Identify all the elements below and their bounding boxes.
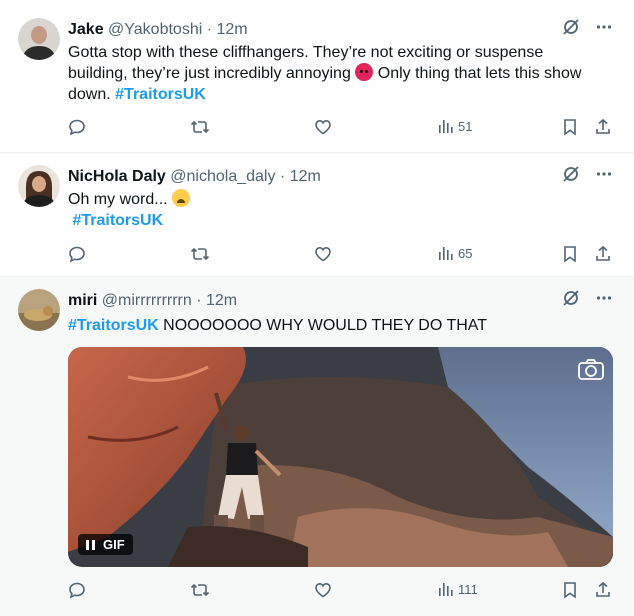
- hashtag-link[interactable]: #TraitorsUK: [68, 317, 159, 334]
- user-handle[interactable]: @nichola_daly: [170, 168, 275, 185]
- tweet-top-actions: [562, 18, 612, 36]
- retweet-icon: [190, 581, 210, 599]
- views-button[interactable]: 51: [438, 118, 472, 134]
- heart-icon: [314, 118, 332, 136]
- display-name[interactable]: miri: [68, 292, 97, 309]
- heart-icon: [314, 245, 332, 263]
- more-icon[interactable]: [596, 19, 612, 35]
- share-button[interactable]: [594, 581, 612, 599]
- views-button[interactable]: 65: [438, 245, 472, 261]
- tweet-top-actions: [562, 289, 612, 307]
- share-icon: [594, 245, 612, 263]
- pause-icon[interactable]: [86, 539, 95, 550]
- tweet-text: Oh my word... #TraitorsUK: [68, 189, 623, 231]
- separator: ·: [202, 21, 217, 38]
- timestamp[interactable]: 12m: [216, 21, 247, 38]
- tweet-text-segment: Only thing that lets this show: [377, 65, 582, 82]
- hashtag-link[interactable]: #TraitorsUK: [72, 212, 163, 229]
- avatar[interactable]: [18, 289, 60, 331]
- tweet-top-actions: [562, 165, 612, 183]
- timestamp[interactable]: 12m: [290, 168, 321, 185]
- tweet-actions: 51: [68, 118, 614, 140]
- tweet-header: miri @mirrrrrrrrrn · 12m: [68, 291, 237, 311]
- gif-label: GIF: [103, 537, 125, 552]
- reply-icon: [68, 118, 86, 136]
- retweet-icon: [190, 118, 210, 136]
- reply-icon: [68, 245, 86, 263]
- separator: ·: [275, 168, 290, 185]
- share-button[interactable]: [594, 118, 612, 136]
- avatar[interactable]: [18, 165, 60, 207]
- bookmark-button[interactable]: [562, 118, 578, 136]
- angry-face-emoji-icon: [355, 63, 374, 81]
- hashtag-link[interactable]: #TraitorsUK: [115, 86, 206, 103]
- share-icon: [594, 118, 612, 136]
- tweet-text-segment: building, they’re just incredibly annoyi…: [68, 65, 351, 82]
- heart-icon: [314, 581, 332, 599]
- tweet-text-segment: Oh my word...: [68, 191, 168, 208]
- reply-button[interactable]: [68, 118, 86, 136]
- tweet[interactable]: miri @mirrrrrrrrrn · 12m #TraitorsUK NOO…: [0, 277, 634, 616]
- tweet-text-line: #TraitorsUK: [68, 210, 623, 231]
- reply-icon: [68, 581, 86, 599]
- tweet-text: #TraitorsUK NOOOOOOO WHY WOULD THEY DO T…: [68, 315, 623, 336]
- grok-icon[interactable]: [562, 165, 580, 183]
- retweet-button[interactable]: [190, 245, 210, 263]
- views-button[interactable]: 111: [438, 581, 478, 597]
- separator: ·: [191, 292, 206, 309]
- reply-button[interactable]: [68, 581, 86, 599]
- tweet-actions: 65: [68, 245, 614, 267]
- like-button[interactable]: [314, 245, 332, 263]
- views-icon: [438, 581, 454, 597]
- bookmark-icon: [562, 581, 578, 599]
- tweet-text-line: #TraitorsUK NOOOOOOO WHY WOULD THEY DO T…: [68, 315, 623, 336]
- tweet-text-line: Gotta stop with these cliffhangers. They…: [68, 44, 544, 61]
- more-icon[interactable]: [596, 290, 612, 306]
- tweet-header: NicHola Daly @nichola_daly · 12m: [68, 167, 321, 187]
- weary-face-emoji-icon: [172, 189, 191, 207]
- display-name[interactable]: NicHola Daly: [68, 168, 166, 185]
- views-count: 65: [458, 245, 473, 261]
- tweet-text-segment: NOOOOOOO WHY WOULD THEY DO THAT: [163, 317, 488, 334]
- timestamp[interactable]: 12m: [206, 292, 237, 309]
- tweet-text-line: building, they’re just incredibly annoyi…: [68, 63, 623, 84]
- gif-frame: [68, 347, 613, 567]
- user-handle[interactable]: @mirrrrrrrrrn: [102, 292, 192, 309]
- user-handle[interactable]: @Yakobtoshi: [108, 21, 202, 38]
- display-name[interactable]: Jake: [68, 21, 104, 38]
- views-count: 51: [458, 118, 473, 134]
- avatar[interactable]: [18, 18, 60, 60]
- retweet-button[interactable]: [190, 581, 210, 599]
- bookmark-icon: [562, 118, 578, 136]
- share-icon: [594, 581, 612, 599]
- grok-icon[interactable]: [562, 289, 580, 307]
- more-icon[interactable]: [596, 166, 612, 182]
- bookmark-button[interactable]: [562, 245, 578, 263]
- like-button[interactable]: [314, 118, 332, 136]
- views-count: 111: [458, 581, 478, 597]
- tweet-actions: 111: [68, 581, 614, 603]
- tweet[interactable]: Jake @Yakobtoshi · 12m Gotta stop with t…: [0, 0, 634, 153]
- tweet[interactable]: NicHola Daly @nichola_daly · 12m Oh my w…: [0, 153, 634, 277]
- retweet-button[interactable]: [190, 118, 210, 136]
- bookmark-icon: [562, 245, 578, 263]
- reply-button[interactable]: [68, 245, 86, 263]
- gif-badge[interactable]: GIF: [78, 534, 133, 555]
- tweet-header: Jake @Yakobtoshi · 12m: [68, 20, 248, 40]
- tweet-text-segment: down.: [68, 86, 111, 103]
- share-button[interactable]: [594, 245, 612, 263]
- like-button[interactable]: [314, 581, 332, 599]
- grok-icon[interactable]: [562, 18, 580, 36]
- views-icon: [438, 245, 454, 261]
- bookmark-button[interactable]: [562, 581, 578, 599]
- views-icon: [438, 118, 454, 134]
- gif-media[interactable]: GIF: [68, 347, 613, 567]
- retweet-icon: [190, 245, 210, 263]
- tweet-text-line: down. #TraitorsUK: [68, 84, 623, 105]
- camera-icon[interactable]: [577, 357, 605, 386]
- tweet-text: Gotta stop with these cliffhangers. They…: [68, 42, 623, 105]
- tweet-text-line: Oh my word...: [68, 189, 623, 210]
